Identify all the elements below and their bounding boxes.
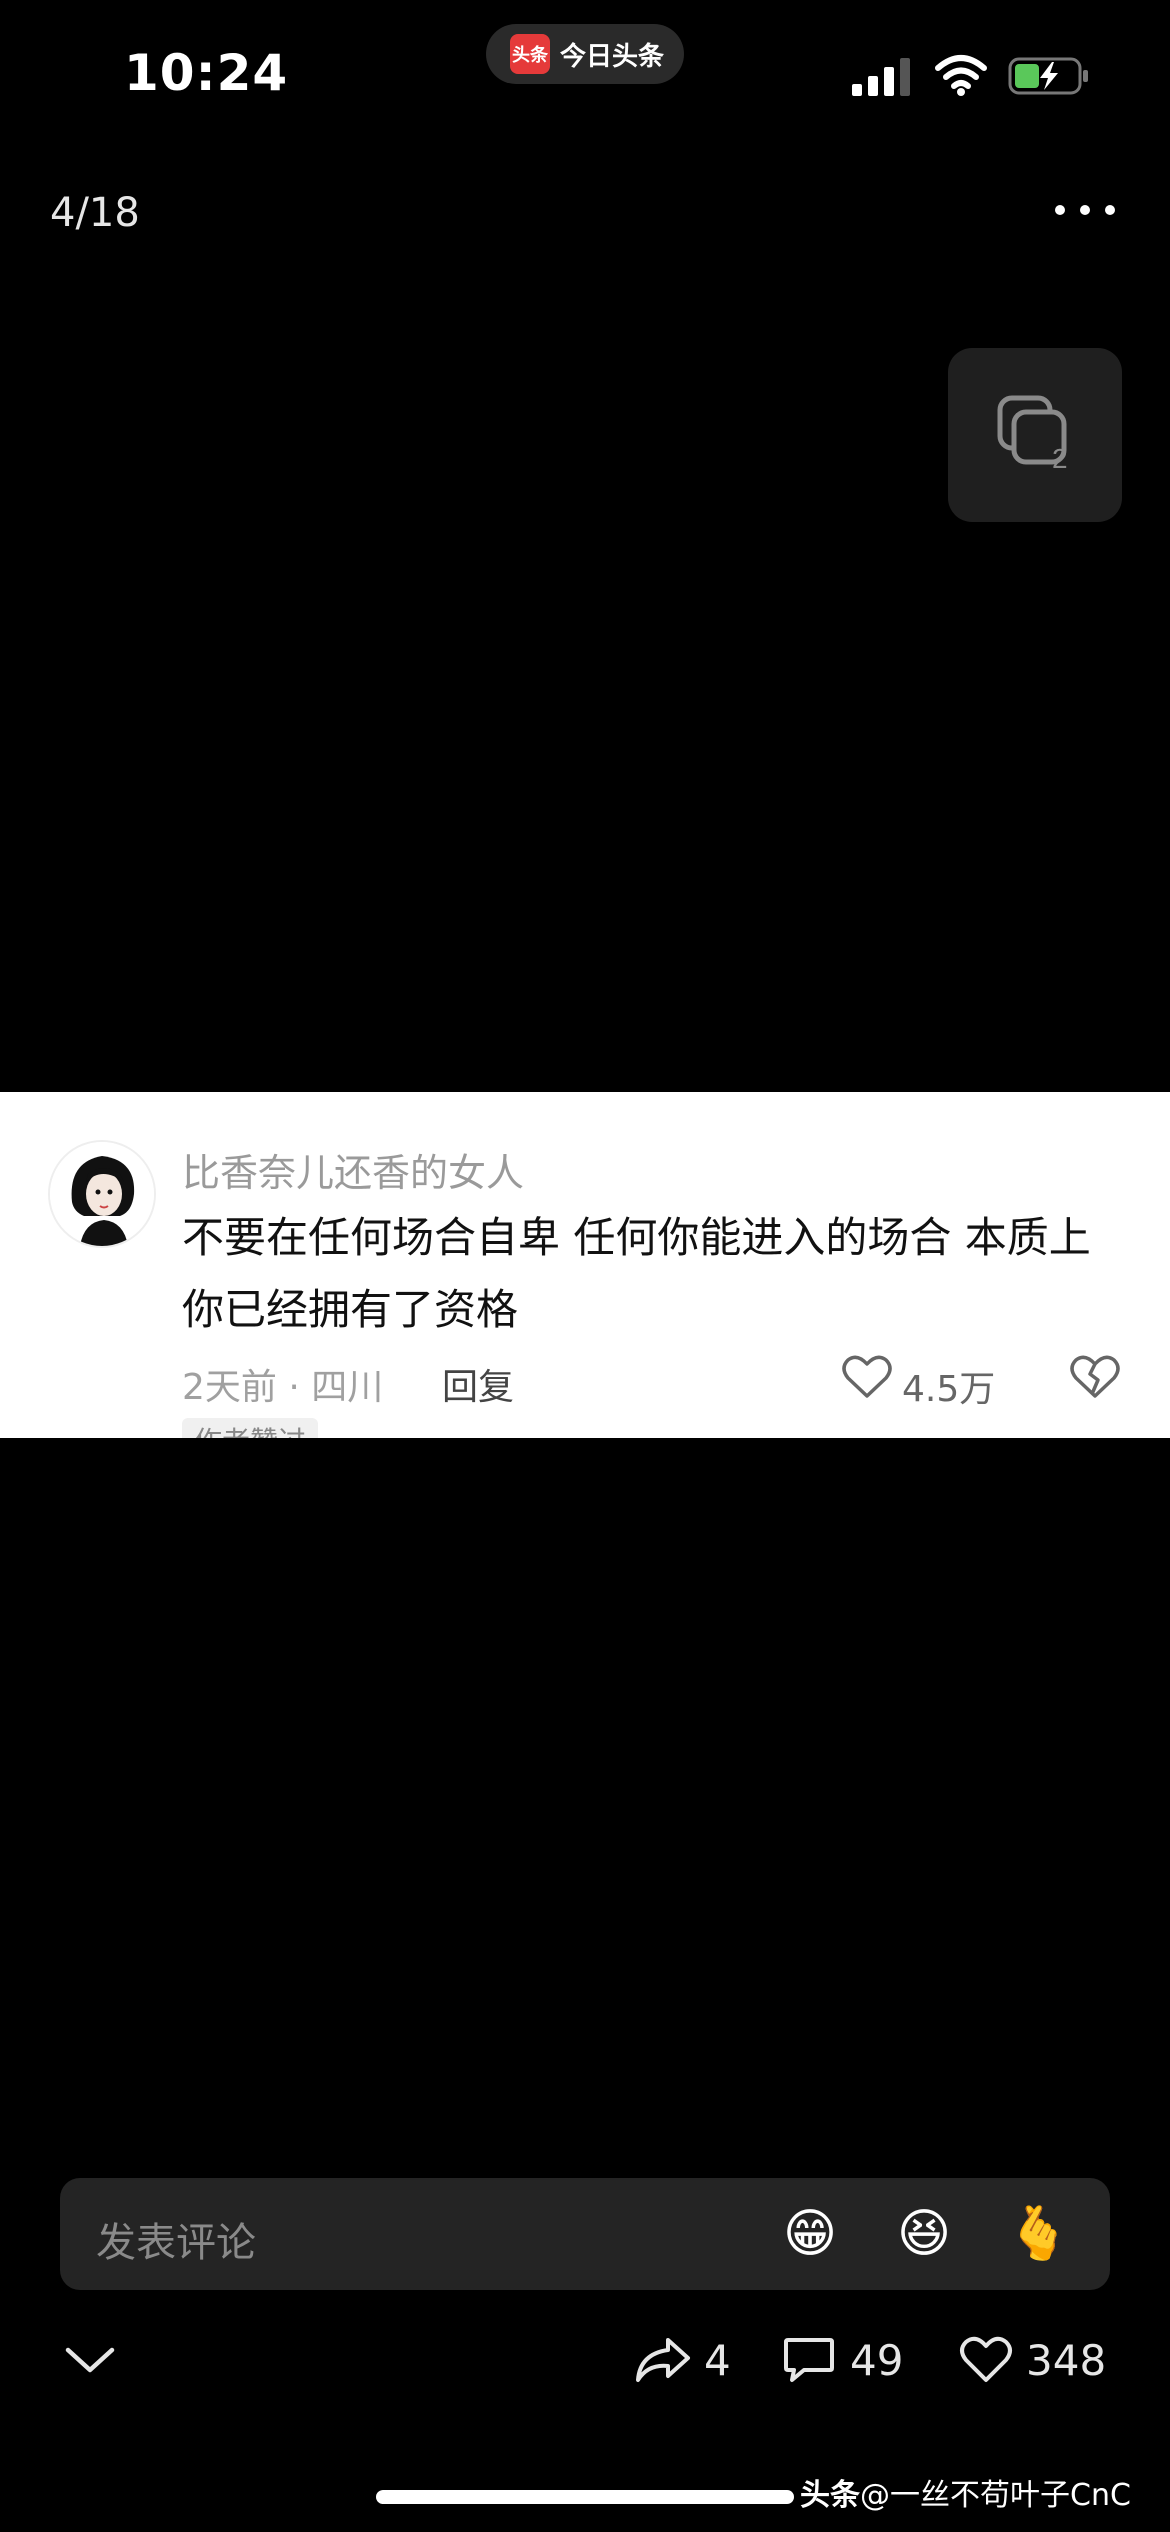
toutiao-logo-icon: 头条 (510, 34, 550, 74)
avatar[interactable] (48, 1140, 156, 1248)
comment-like-icon[interactable] (842, 1354, 892, 1400)
comment-username[interactable]: 比香奈儿还香的女人 (182, 1142, 524, 1197)
comment-meta: 2天前 · 四川 (182, 1367, 384, 1408)
app-switch-pill[interactable]: 头条 今日头条 (486, 24, 684, 84)
laugh-emoji-button[interactable]: 😆 (892, 2202, 956, 2266)
watermark-handle: @一丝不苟叶子CnC (860, 2478, 1131, 2513)
finger-heart-emoji-button[interactable]: 🫰 (1006, 2202, 1071, 2266)
comment-count: 49 (850, 2336, 904, 2385)
gallery-button[interactable]: 2 (948, 348, 1122, 522)
reply-button[interactable]: 回复 (442, 1358, 514, 1410)
comment-text: 不要在任何场合自卑 任何你能进入的场合 本质上 你已经拥有了资格 (182, 1213, 1091, 1334)
comment-card[interactable]: 比香奈儿还香的女人 不要在任何场合自卑 任何你能进入的场合 本质上 你已经拥有了… (0, 1092, 1170, 1438)
grin-emoji-button[interactable]: 😁 (778, 2202, 842, 2266)
like-count: 348 (1026, 2336, 1107, 2385)
gallery-stack-icon: 2 (997, 395, 1068, 474)
app-pill-label: 今日头条 (560, 41, 665, 72)
share-icon[interactable] (634, 2334, 692, 2386)
watermark-brand: 头条 (800, 2478, 860, 2513)
comment-icon[interactable] (782, 2334, 836, 2386)
chevron-down-icon[interactable] (62, 2340, 118, 2380)
battery-charging-icon (1008, 57, 1088, 95)
share-count: 4 (704, 2336, 731, 2385)
heart-icon[interactable] (958, 2334, 1014, 2386)
wifi-icon (935, 55, 987, 96)
home-indicator[interactable] (376, 2490, 794, 2504)
cellular-signal-icon (852, 58, 910, 96)
page-counter: 4/18 (50, 190, 140, 236)
comment-dislike-icon[interactable] (1070, 1354, 1120, 1400)
avatar-illustration (50, 1142, 154, 1246)
author-liked-badge: 作者赞过 (182, 1418, 319, 1438)
comment-like-count: 4.5万 (902, 1369, 996, 1410)
more-options-icon[interactable] (1052, 192, 1118, 228)
comment-input-bar[interactable]: 发表评论 😁 😆 🫰 (60, 2178, 1110, 2290)
status-time: 10:24 (124, 44, 289, 102)
gallery-count: 2 (1052, 443, 1068, 474)
comment-input-placeholder[interactable]: 发表评论 (96, 2210, 256, 2268)
watermark: 头条@一丝不苟叶子CnC (800, 2470, 1131, 2514)
